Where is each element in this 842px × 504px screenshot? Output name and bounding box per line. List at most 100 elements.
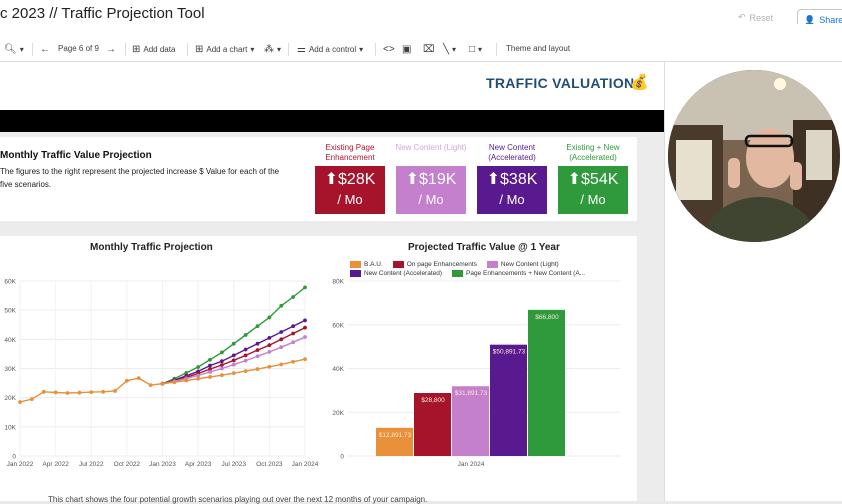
onpage-series-point — [219, 363, 224, 367]
shape-button[interactable]: □ ▾ — [469, 44, 482, 55]
scenario-unit: / Mo — [337, 192, 363, 207]
webcam-overlay — [668, 70, 840, 242]
combined-series-point — [267, 315, 272, 320]
legend-label: On page Enhancements — [406, 261, 477, 268]
combined-series-point — [208, 357, 212, 362]
rectangle-icon: □ — [469, 44, 476, 55]
accel-series-point — [279, 330, 284, 334]
scenario-kpi-box[interactable]: ⬆$19K / Mo — [396, 166, 466, 214]
bau-series-point — [160, 381, 165, 386]
next-page-button[interactable]: → — [106, 44, 116, 55]
community-viz-button[interactable]: ⁂ ▾ — [264, 44, 281, 55]
chevron-down-icon: ▾ — [19, 45, 24, 54]
line-button[interactable]: ╲ ▾ — [443, 44, 456, 55]
add-chart-button[interactable]: ⊞ Add a chart ▾ — [195, 44, 254, 55]
title-bar: c 2023 // Traffic Projection Tool ↶ Reset… — [0, 0, 842, 31]
legend-item[interactable]: New Content (Light) — [486, 261, 559, 268]
traffic-value-bar-chart[interactable]: 0 20K 40K 60K 80K $12,891.73 $28,800 $31,891.73… — [320, 270, 630, 470]
reset-button[interactable]: ↶ Reset — [738, 12, 773, 23]
history-series-point — [41, 389, 46, 394]
history-series-point — [113, 389, 117, 393]
page-label: Page 6 of 9 — [58, 44, 99, 53]
bau-series-point — [219, 373, 224, 378]
embed-button[interactable]: <> — [383, 44, 395, 55]
legend-label: B.A.U. — [364, 261, 383, 268]
x-tick-label: Jan 2022 — [7, 461, 34, 468]
page-indicator: Page 6 of 9 — [58, 44, 99, 53]
scenario-kpi-box[interactable]: ⬆$38K / Mo — [477, 166, 547, 214]
scenario-label: Existing Page Enhancement — [325, 143, 375, 162]
legend-swatch — [350, 261, 361, 268]
bau-series-point — [291, 359, 296, 364]
accel-series-point — [219, 359, 224, 364]
theme-layout-button[interactable]: Theme and layout — [506, 44, 570, 53]
legend-item[interactable]: On page Enhancements — [392, 261, 477, 268]
add-data-label: Add data — [143, 45, 176, 54]
onpage-series-point — [243, 353, 248, 358]
image-button[interactable]: ▣ — [402, 44, 411, 55]
bau-series-point — [196, 376, 201, 381]
zoom-button[interactable]: 🔍︎ ▾ — [4, 44, 24, 55]
bar-value-label: $66,800 — [535, 314, 559, 321]
history-series-point — [53, 390, 58, 395]
menu-bar: ViewInsertPageArrangeResourceHelp — [0, 24, 842, 59]
history-series-point — [148, 383, 153, 388]
light-series-point — [243, 358, 248, 363]
x-tick-label: Jan 2023 — [149, 461, 176, 468]
combined-series-point — [279, 303, 284, 308]
accel-series-point — [267, 335, 272, 340]
add-control-button[interactable]: ⚌ Add a control ▾ — [297, 44, 363, 55]
line-chart-title: Monthly Traffic Projection — [90, 242, 213, 253]
scenario-unit: / Mo — [580, 192, 606, 207]
chevron-down-icon: ▾ — [452, 45, 457, 54]
legend-label: New Content (Light) — [500, 261, 559, 268]
arrow-left-icon: ← — [40, 44, 50, 55]
bar-value-label: $31,891.73 — [455, 390, 488, 397]
text-button[interactable]: ⌧ — [423, 44, 435, 55]
accel-series-point — [255, 341, 260, 346]
accel-bar — [490, 344, 527, 456]
chevron-down-icon: ▾ — [277, 45, 282, 54]
onpage-series-point — [267, 343, 272, 348]
legend-swatch — [392, 261, 404, 268]
add-data-button[interactable]: ⊞ Add data — [132, 44, 175, 55]
scenario-kpi-box[interactable]: ⬆$28K / Mo — [315, 166, 385, 214]
line-icon: ╲ — [443, 44, 450, 55]
y-tick-label: 60K — [332, 322, 344, 329]
legend-swatch — [486, 261, 498, 268]
scenario-value: ⬆$19K — [405, 171, 457, 188]
scenario-kpi-box[interactable]: ⬆$54K / Mo — [558, 166, 628, 214]
combined-series-point — [243, 333, 248, 337]
y-tick-label: 20K — [4, 395, 16, 402]
y-tick-label: 0 — [340, 454, 344, 461]
y-tick-label: 80K — [332, 279, 344, 286]
onpage-series-point — [255, 348, 260, 353]
x-tick-label: Jul 2023 — [221, 461, 246, 468]
onpage-series-point — [231, 358, 236, 363]
legend-item[interactable]: B.A.U. — [350, 261, 383, 268]
scenario-unit: / Mo — [499, 192, 525, 207]
x-tick-label: Oct 2023 — [256, 461, 283, 468]
bau-series-point — [231, 371, 236, 376]
light-series-point — [279, 345, 284, 350]
onpage-series-point — [279, 337, 284, 342]
light-series-point — [303, 335, 307, 339]
bar-value-label: $50,891.73 — [493, 349, 526, 356]
bar-chart-title: Projected Traffic Value @ 1 Year — [408, 242, 560, 253]
bar-value-label: $12,891.73 — [379, 432, 412, 439]
prev-page-button[interactable]: ← — [40, 44, 50, 55]
scenario-value: ⬆$54K — [567, 171, 619, 188]
code-icon: <> — [383, 44, 395, 55]
history-series-point — [89, 390, 94, 395]
add-control-label: Add a control — [308, 45, 357, 54]
x-tick-label: Oct 2022 — [114, 461, 141, 468]
x-tick-label: Jan 2024 — [292, 461, 319, 468]
money-bag-icon: 💰 — [630, 74, 649, 91]
y-tick-label: 30K — [4, 366, 16, 373]
image-icon: ▣ — [402, 44, 412, 55]
chart-caption: This chart shows the four potential grow… — [48, 495, 428, 504]
y-tick-label: 50K — [4, 308, 16, 315]
report-name[interactable]: c 2023 // Traffic Projection Tool — [0, 5, 205, 22]
monthly-traffic-line-chart[interactable]: 0 10K 20K 30K 40K 50K 60K Jan 2022 Apr 2022 Jul 2… — [0, 270, 320, 470]
scenario-label: Existing + New (Accelerated) — [566, 143, 620, 162]
